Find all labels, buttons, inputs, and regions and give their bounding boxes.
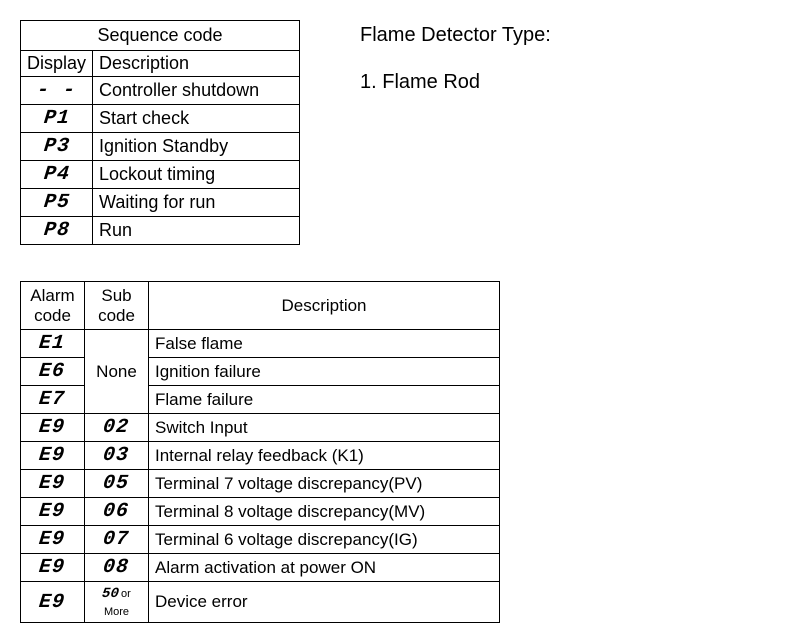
alarm-code-5: E9	[38, 472, 66, 495]
table-row: E9 07 Terminal 6 voltage discrepancy(IG)	[21, 526, 500, 554]
table-row: - - Controller shutdown	[21, 77, 300, 105]
alarm-sub-7: 07	[102, 528, 130, 551]
seq-desc-2: Ignition Standby	[93, 133, 300, 161]
table-row: P5 Waiting for run	[21, 189, 300, 217]
alarm-desc-4: Internal relay feedback (K1)	[149, 442, 500, 470]
table-row: E9 05 Terminal 7 voltage discrepancy(PV)	[21, 470, 500, 498]
seq-display-5: P8	[42, 219, 70, 242]
alarm-desc-9: Device error	[149, 582, 500, 623]
seq-desc-4: Waiting for run	[93, 189, 300, 217]
alarm-desc-8: Alarm activation at power ON	[149, 554, 500, 582]
alarm-sub-3: 02	[102, 416, 130, 439]
table-row: P4 Lockout timing	[21, 161, 300, 189]
alarm-header-sub: Sub code	[85, 282, 149, 330]
alarm-sub-6: 06	[102, 500, 130, 523]
alarm-header-alarm: Alarm code	[21, 282, 85, 330]
table-row: P8 Run	[21, 217, 300, 245]
alarm-code-8: E9	[38, 556, 66, 579]
sequence-header-description: Description	[93, 51, 300, 77]
alarm-code-3: E9	[38, 416, 66, 439]
sequence-header-display: Display	[21, 51, 93, 77]
alarm-header-description: Description	[149, 282, 500, 330]
table-row: Alarm code Sub code Description	[21, 282, 500, 330]
seq-display-1: P1	[42, 107, 70, 130]
sequence-title: Sequence code	[21, 21, 300, 51]
alarm-code-7: E9	[38, 528, 66, 551]
table-row: E9 03 Internal relay feedback (K1)	[21, 442, 500, 470]
alarm-desc-7: Terminal 6 voltage discrepancy(IG)	[149, 526, 500, 554]
alarm-code-1: E6	[38, 360, 66, 383]
alarm-code-6: E9	[38, 500, 66, 523]
table-row: P3 Ignition Standby	[21, 133, 300, 161]
table-row: E9 02 Switch Input	[21, 414, 500, 442]
table-row: E9 08 Alarm activation at power ON	[21, 554, 500, 582]
table-row: E9 50or More Device error	[21, 582, 500, 623]
table-row: E9 06 Terminal 8 voltage discrepancy(MV)	[21, 498, 500, 526]
flame-detector-heading: Flame Detector Type:	[360, 24, 551, 47]
alarm-sub-9: 50	[101, 586, 119, 602]
alarm-sub-none: None	[85, 330, 149, 414]
alarm-desc-3: Switch Input	[149, 414, 500, 442]
top-row: Sequence code Display Description - - Co…	[20, 20, 772, 245]
alarm-desc-6: Terminal 8 voltage discrepancy(MV)	[149, 498, 500, 526]
seq-display-0: - -	[36, 79, 77, 102]
alarm-sub-8: 08	[102, 556, 130, 579]
alarm-desc-2: Flame failure	[149, 386, 500, 414]
table-row: Display Description	[21, 51, 300, 77]
alarm-sub-5: 05	[102, 472, 130, 495]
seq-desc-0: Controller shutdown	[93, 77, 300, 105]
alarm-code-4: E9	[38, 444, 66, 467]
flame-detector-block: Flame Detector Type: 1. Flame Rod	[360, 20, 551, 94]
alarm-sub-4: 03	[102, 444, 130, 467]
seq-desc-1: Start check	[93, 105, 300, 133]
page: Sequence code Display Description - - Co…	[0, 0, 792, 639]
seq-display-3: P4	[42, 163, 70, 186]
seq-desc-5: Run	[93, 217, 300, 245]
alarm-code-0: E1	[38, 332, 66, 355]
seq-desc-3: Lockout timing	[93, 161, 300, 189]
table-row: E1 None False flame	[21, 330, 500, 358]
alarm-desc-5: Terminal 7 voltage discrepancy(PV)	[149, 470, 500, 498]
seq-display-2: P3	[42, 135, 70, 158]
table-row: P1 Start check	[21, 105, 300, 133]
flame-detector-item-1: 1. Flame Rod	[360, 71, 551, 94]
alarm-desc-0: False flame	[149, 330, 500, 358]
table-row: Sequence code	[21, 21, 300, 51]
seq-display-4: P5	[42, 191, 70, 214]
sequence-code-table: Sequence code Display Description - - Co…	[20, 20, 300, 245]
alarm-code-9: E9	[38, 591, 66, 614]
alarm-desc-1: Ignition failure	[149, 358, 500, 386]
alarm-code-2: E7	[38, 388, 66, 411]
alarm-code-table: Alarm code Sub code Description E1 None …	[20, 281, 500, 623]
